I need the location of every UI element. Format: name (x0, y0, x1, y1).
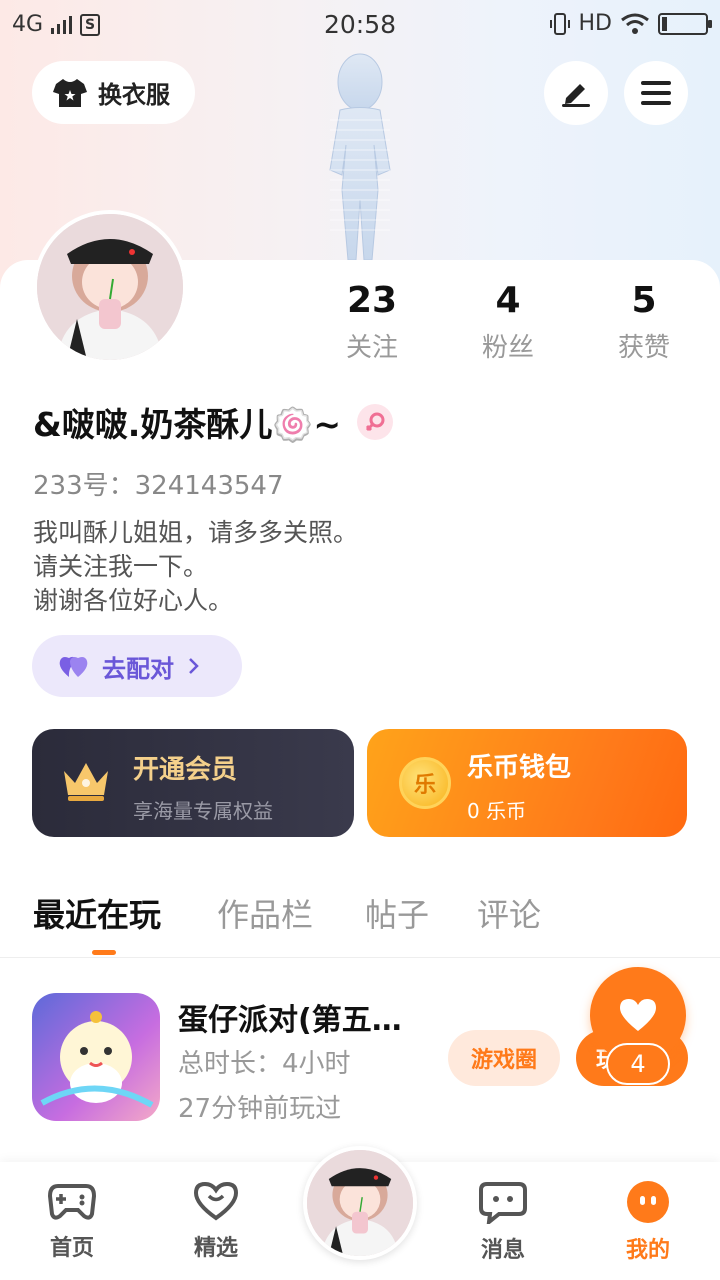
pen-icon (562, 84, 590, 107)
change-clothes-label: 换衣服 (98, 81, 170, 109)
heart-icon (620, 999, 656, 1031)
nav-me-label: 我的 (625, 1238, 670, 1263)
tab-works[interactable]: 作品栏 (217, 890, 313, 936)
game-play-time: 总时长：4小时 (178, 1049, 351, 1079)
nav-avatar-button[interactable] (303, 1146, 417, 1260)
double-heart-icon (59, 656, 88, 677)
change-clothes-button[interactable]: 换衣服 (32, 61, 195, 124)
bio-line: 我叫酥儿姐姐，请多多关照。 (33, 518, 359, 547)
match-button[interactable]: 去配对 (32, 635, 242, 697)
stat-fans-label: 粉丝 (481, 333, 534, 363)
bio: 我叫酥儿姐姐，请多多关照。 请关注我一下。 谢谢各位好心人。 (33, 516, 358, 618)
content-tabs: 最近在玩 作品栏 帖子 评论 (0, 890, 720, 958)
stat-fans[interactable]: 4 粉丝 (448, 280, 568, 364)
nav-featured-label: 精选 (193, 1236, 238, 1261)
wallet-card[interactable]: 乐 乐币钱包 0 乐币 (367, 729, 687, 837)
stat-fans-value: 4 (495, 280, 521, 321)
avatar[interactable] (33, 210, 187, 364)
edit-profile-button[interactable] (544, 61, 608, 125)
coin-icon: 乐 (399, 757, 451, 809)
avatar-illustration (37, 214, 183, 360)
stat-following[interactable]: 23 关注 (312, 280, 432, 364)
stat-likes-label: 获赞 (617, 333, 670, 363)
stat-likes[interactable]: 5 获赞 (584, 280, 704, 364)
game-circle-button[interactable]: 游戏圈 (448, 1030, 560, 1086)
active-tab-indicator (92, 950, 116, 955)
crown-icon (64, 763, 108, 801)
tab-posts[interactable]: 帖子 (365, 890, 429, 936)
menu-icon (641, 81, 671, 105)
stat-likes-value: 5 (631, 280, 657, 321)
battery-icon (658, 12, 712, 35)
bio-line: 请关注我一下。 (33, 552, 209, 581)
vibrate-icon (549, 12, 570, 35)
tab-recent-played[interactable]: 最近在玩 (33, 890, 161, 936)
tab-comments[interactable]: 评论 (477, 890, 541, 936)
bio-line: 谢谢各位好心人。 (33, 586, 234, 615)
heart-smile-icon (193, 1181, 239, 1221)
wifi-icon (621, 13, 649, 34)
gamepad-icon (47, 1184, 97, 1220)
game-last-played: 27分钟前玩过 (178, 1094, 342, 1124)
nickname: &啵啵.奶茶酥儿🍥~ (33, 405, 342, 444)
game-name[interactable]: 蛋仔派对(第五… (178, 995, 438, 1039)
nickname-row: &啵啵.奶茶酥儿🍥~ (33, 398, 394, 446)
like-count-badge: 4 (606, 1043, 670, 1085)
game-icon[interactable] (32, 993, 160, 1121)
chat-icon (479, 1182, 527, 1227)
nav-messages[interactable]: 消息 (458, 1180, 548, 1264)
tshirt-icon (53, 78, 87, 107)
eggy-party-icon (40, 1011, 154, 1108)
menu-button[interactable] (624, 61, 688, 125)
chevron-right-icon (189, 658, 199, 674)
vip-card[interactable]: 开通会员 享海量专属权益 (32, 729, 354, 837)
profile-dots-icon (627, 1181, 669, 1223)
stat-following-label: 关注 (345, 333, 398, 363)
status-bar: 4G S 20:58 HD (0, 0, 720, 50)
female-gender-icon (357, 404, 394, 440)
avatar-illustration (307, 1150, 413, 1256)
match-label: 去配对 (102, 654, 174, 683)
hd-badge: HD (578, 11, 612, 36)
nav-home-label: 首页 (49, 1236, 94, 1261)
nav-messages-label: 消息 (480, 1238, 525, 1263)
wallet-balance: 0 乐币 (467, 799, 527, 823)
nav-me[interactable]: 我的 (603, 1180, 693, 1264)
nav-featured[interactable]: 精选 (171, 1180, 261, 1262)
nav-home[interactable]: 首页 (27, 1180, 117, 1262)
user-id: 233号：324143547 (33, 471, 284, 501)
wallet-title: 乐币钱包 (467, 753, 572, 783)
vip-subtitle: 享海量专属权益 (133, 799, 273, 823)
vip-title: 开通会员 (133, 755, 238, 785)
stat-following-value: 23 (346, 280, 398, 321)
avatar-3d-figure[interactable] (300, 50, 420, 265)
